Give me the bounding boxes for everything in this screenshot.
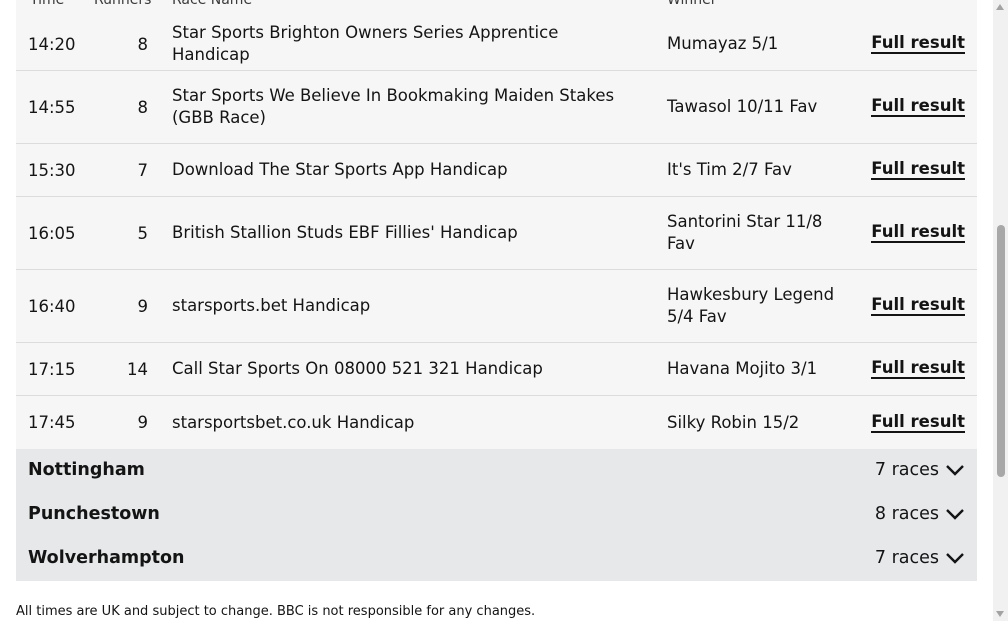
results-table-header: Time Runners Race Name Winner	[16, 0, 977, 18]
race-time: 16:40	[28, 296, 76, 316]
chevron-down-icon	[946, 465, 964, 476]
venue-count-label: 7 races	[874, 548, 939, 568]
race-runners: 9	[137, 413, 149, 432]
race-name: Download The Star Sports App Handicap	[172, 160, 508, 179]
table-row: 14:20 8 Star Sports Brighton Owners Seri…	[16, 18, 977, 71]
chevron-down-icon	[946, 509, 964, 520]
table-row: 17:15 14 Call Star Sports On 08000 521 3…	[16, 343, 977, 396]
table-row: 16:40 9 starsports.bet Handicap Hawkesbu…	[16, 270, 977, 343]
race-winner: Mumayaz 5/1	[667, 34, 779, 53]
venue-name: Wolverhampton	[28, 548, 185, 568]
race-name: starsportsbet.co.uk Handicap	[172, 412, 415, 432]
table-row: 15:30 7 Download The Star Sports App Han…	[16, 144, 977, 197]
venue-count-label: 7 races	[874, 460, 939, 480]
race-time: 15:30	[28, 160, 76, 180]
full-result-link[interactable]: Full result	[871, 412, 965, 433]
table-row: 16:05 5 British Stallion Studs EBF Filli…	[16, 197, 977, 270]
race-time: 16:05	[28, 223, 76, 243]
full-result-link[interactable]: Full result	[871, 223, 965, 243]
full-result-link[interactable]: Full result	[871, 296, 965, 316]
full-result-link[interactable]: Full result	[871, 160, 965, 180]
venue-name: Punchestown	[28, 504, 160, 524]
table-row: 17:45 9 starsportsbet.co.uk Handicap Sil…	[16, 396, 977, 449]
race-winner: Tawasol 10/11 Fav	[667, 97, 818, 116]
header-winner: Winner	[667, 0, 717, 8]
venue-name: Nottingham	[28, 460, 145, 480]
race-winner: Hawkesbury Legend 5/4 Fav	[667, 285, 835, 326]
race-runners: 8	[137, 97, 149, 117]
race-runners: 8	[137, 34, 149, 54]
chevron-down-icon	[946, 553, 964, 564]
scroll-up-icon[interactable]	[996, 4, 1004, 10]
race-runners: 14	[127, 359, 148, 379]
venue-race-count: 7 races	[875, 460, 965, 480]
scrollbar-thumb[interactable]	[997, 225, 1005, 477]
race-name: Call Star Sports On 08000 521 321 Handic…	[172, 359, 543, 378]
venue-punchestown[interactable]: Punchestown 8 races	[16, 493, 977, 537]
race-name: British Stallion Studs EBF Fillies' Hand…	[172, 223, 518, 242]
race-name: starsports.bet Handicap	[172, 296, 371, 315]
venue-race-count: 7 races	[875, 548, 965, 568]
race-runners: 7	[137, 160, 149, 180]
race-runners: 9	[137, 296, 149, 316]
venue-nottingham[interactable]: Nottingham 7 races	[16, 449, 977, 493]
race-winner: Silky Robin 15/2	[667, 412, 800, 432]
race-runners: 5	[137, 223, 149, 243]
full-result-link[interactable]: Full result	[871, 359, 965, 379]
race-name: Star Sports Brighton Owners Series Appre…	[172, 23, 559, 64]
scroll-down-icon[interactable]	[996, 611, 1004, 617]
race-winner: Havana Mojito 3/1	[667, 359, 818, 378]
venue-list: Nottingham 7 races Punchestown 8 races W…	[16, 449, 977, 581]
full-result-link[interactable]: Full result	[871, 97, 965, 117]
race-winner: Santorini Star 11/8 Fav	[667, 212, 823, 253]
header-time: Time	[30, 0, 65, 8]
venue-wolverhampton[interactable]: Wolverhampton 7 races	[16, 537, 977, 581]
race-time: 17:45	[28, 413, 76, 432]
header-race-name: Race Name	[172, 0, 253, 8]
race-results-table: 14:20 8 Star Sports Brighton Owners Seri…	[16, 18, 977, 449]
header-runners: Runners	[94, 0, 152, 8]
vertical-scrollbar[interactable]	[993, 0, 1008, 621]
race-time: 14:55	[28, 97, 76, 117]
race-winner: It's Tim 2/7 Fav	[667, 160, 792, 179]
disclaimer-text: All times are UK and subject to change. …	[16, 604, 536, 619]
race-name: Star Sports We Believe In Bookmaking Mai…	[172, 86, 615, 127]
venue-count-label: 8 races	[874, 504, 939, 524]
table-row: 14:55 8 Star Sports We Believe In Bookma…	[16, 71, 977, 144]
full-result-link[interactable]: Full result	[871, 34, 965, 54]
race-time: 14:20	[28, 34, 76, 54]
venue-race-count: 8 races	[875, 504, 965, 524]
race-time: 17:15	[28, 359, 76, 379]
